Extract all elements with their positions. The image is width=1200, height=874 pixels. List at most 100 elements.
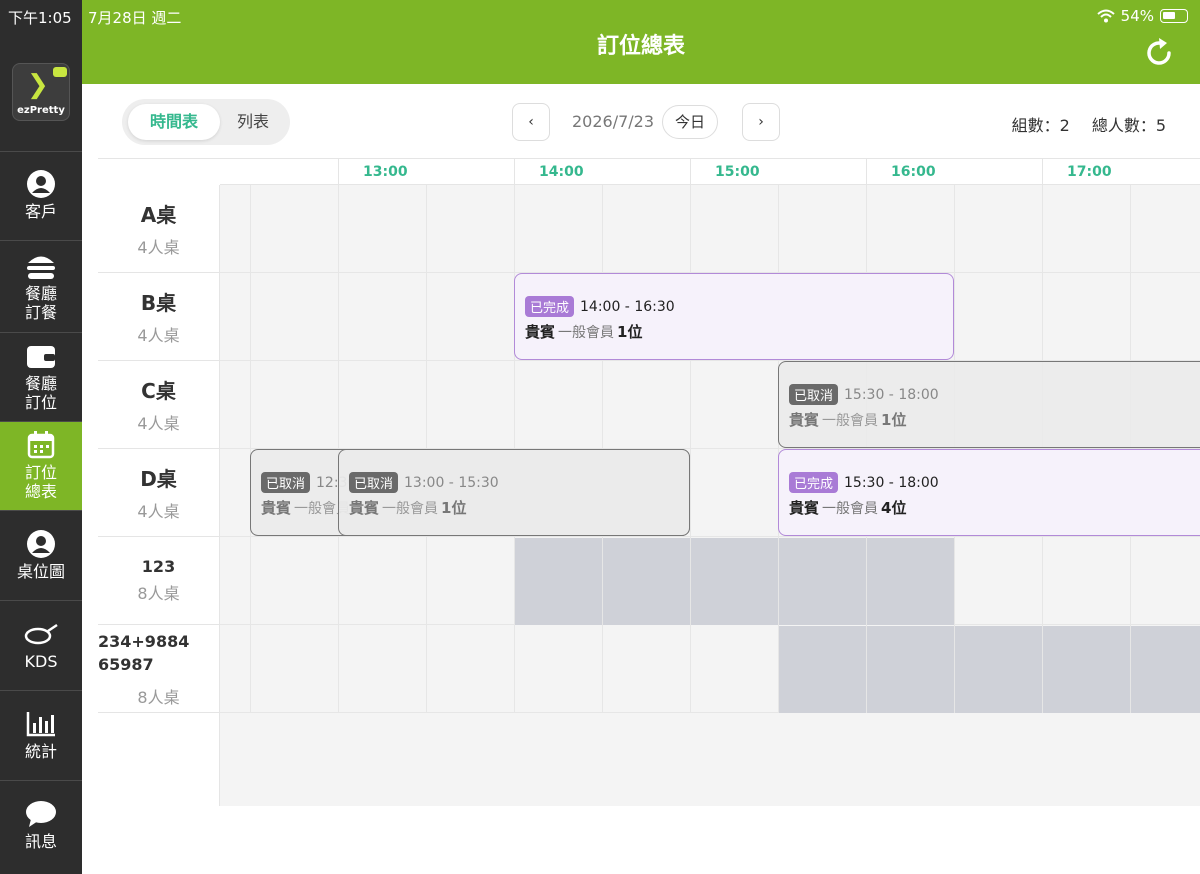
booking-card[interactable]: 已完成 14:00 - 16:30 貴賓 一般會員 1位 — [514, 273, 954, 360]
tab-list[interactable]: 列表 — [222, 104, 284, 140]
chart-icon — [26, 710, 56, 738]
hour-label: 17:00 — [1042, 159, 1112, 185]
booking-card[interactable]: 已取消 13:00 - 15:30 貴賓 一般會員 1位 — [338, 449, 690, 536]
guest-name: 貴賓 — [525, 323, 556, 341]
sidebar-item-label: KDS — [24, 652, 58, 671]
status-bar: 下午1:05 7月28日 週二 54% — [0, 0, 1200, 30]
next-day-button[interactable]: › — [742, 103, 780, 141]
status-time: 下午1:05 — [8, 9, 72, 27]
booking-time: 15:30 - 18:00 — [844, 386, 939, 403]
user-icon — [26, 530, 56, 558]
table-row-header[interactable]: C桌 4人桌 — [98, 361, 219, 449]
table-name: C桌 — [141, 379, 176, 403]
wifi-icon — [1096, 9, 1115, 23]
burger-icon — [25, 252, 57, 280]
table-row-header[interactable]: D桌 4人桌 — [98, 449, 219, 537]
tab-timeline[interactable]: 時間表 — [128, 104, 220, 140]
status-date: 7月28日 週二 — [88, 9, 182, 27]
grid-line — [778, 185, 779, 713]
hour-label: 16:00 — [866, 159, 936, 185]
sidebar-item-label: 訊息 — [24, 832, 57, 851]
page-title: 訂位總表 — [596, 34, 685, 59]
hour-label: 13:00 — [338, 159, 408, 185]
sidebar-item-messages[interactable]: 訊息 — [0, 780, 82, 870]
group-count: 組數：2 — [1011, 116, 1070, 135]
hour-header: 0 13:00 14:00 15:00 16:00 17:00 — [220, 159, 1200, 185]
member-type: 一般會員 — [822, 413, 879, 429]
member-type: 一般會員 — [822, 501, 879, 517]
prev-day-button[interactable]: ‹ — [512, 103, 550, 141]
table-row-header[interactable]: B桌 4人桌 — [98, 273, 219, 361]
status-badge: 已完成 — [789, 472, 839, 493]
table-capacity: 8人桌 — [137, 584, 180, 603]
table-capacity: 4人桌 — [137, 326, 180, 345]
battery-percent: 54% — [1120, 7, 1154, 25]
grid-line — [690, 185, 691, 713]
sidebar-item-table-map[interactable]: 桌位圖 — [0, 510, 82, 600]
sidebar-item-restaurant-booking[interactable]: 餐廳 訂位 — [0, 332, 82, 421]
sidebar-item-customers[interactable]: 客戶 — [0, 151, 82, 239]
booking-card[interactable]: 已完成 15:30 - 18:00 貴賓 一般會員 4位 — [778, 449, 1200, 536]
status-right: 54% — [1096, 7, 1188, 25]
view-switcher: 時間表 列表 — [122, 99, 290, 145]
table-row-header[interactable]: A桌 4人桌 — [98, 185, 219, 273]
party-size: 1位 — [441, 499, 467, 517]
chat-icon — [25, 800, 57, 828]
hour-label-cut: 0 — [210, 159, 230, 185]
table-row-header[interactable]: 123 8人桌 — [98, 537, 219, 625]
member-type: 一般會員 — [558, 325, 615, 341]
sidebar-item-restaurant-order[interactable]: 餐廳 訂餐 — [0, 240, 82, 332]
table-name: A桌 — [140, 203, 177, 227]
sidebar-item-label: 訂位 總表 — [24, 463, 57, 501]
table-capacity: 8人桌 — [137, 687, 180, 707]
sidebar-item-label: 桌位圖 — [16, 562, 65, 581]
table-row-header[interactable]: 234+988465987 8人桌 — [98, 625, 219, 713]
table-capacity: 4人桌 — [137, 502, 180, 521]
table-lane[interactable] — [220, 185, 1200, 273]
unavailable-block — [778, 626, 1200, 713]
member-type: 一般會員 — [382, 501, 439, 517]
sidebar-item-label: 餐廳 訂餐 — [24, 283, 57, 322]
guest-name: 貴賓 — [789, 411, 820, 429]
table-capacity: 4人桌 — [137, 238, 180, 257]
sidebar-item-statistics[interactable]: 統計 — [0, 690, 82, 780]
booking-time: 13:00 - 15:30 — [404, 474, 499, 491]
logo-badge — [53, 67, 67, 77]
party-size: 1位 — [881, 411, 907, 429]
status-badge: 已取消 — [349, 472, 399, 493]
status-badge: 已完成 — [525, 296, 575, 317]
table-name: 123 — [141, 557, 176, 576]
hour-label: 15:00 — [690, 159, 760, 185]
sidebar: ❯ ezPretty 客戶 餐廳 訂餐 餐廳 訂位 訂位 總表 桌位圖 KDS … — [0, 0, 82, 874]
battery-icon — [1160, 9, 1188, 23]
guest-name: 貴賓 — [789, 499, 820, 517]
table-capacity: 4人桌 — [137, 414, 180, 433]
status-badge: 已取消 — [261, 472, 311, 493]
people-count: 總人數：5 — [1091, 116, 1166, 135]
party-size: 4位 — [881, 499, 907, 517]
guest-name: 貴賓 — [261, 499, 292, 517]
refresh-icon — [1147, 38, 1171, 65]
booking-card[interactable]: 已取消 15:30 - 18:00 貴賓 一般會員 1位 — [778, 361, 1200, 448]
refresh-button[interactable] — [1142, 36, 1176, 70]
booking-time: 14:00 - 16:30 — [580, 298, 675, 315]
timeline-grid[interactable]: 0 13:00 14:00 15:00 16:00 17:00 A桌 4人桌 B… — [98, 158, 1200, 806]
table-name: 234+988465987 — [98, 631, 190, 674]
empty-area — [220, 713, 1200, 806]
status-badge: 已取消 — [789, 384, 839, 405]
current-date: 2026/7/23 — [571, 112, 655, 131]
booking-time: 15:30 - 18:00 — [844, 474, 939, 491]
unavailable-block — [514, 538, 954, 625]
grid-line — [250, 185, 251, 713]
table-name: D桌 — [140, 467, 177, 491]
sidebar-item-booking-overview[interactable]: 訂位 總表 — [0, 421, 82, 510]
sidebar-item-kds[interactable]: KDS — [0, 600, 82, 690]
party-size: 1位 — [617, 323, 643, 341]
today-button[interactable]: 今日 — [662, 105, 718, 139]
wallet-icon — [26, 342, 56, 370]
logo-text: ezPretty — [17, 105, 65, 116]
sidebar-item-label: 客戶 — [24, 202, 57, 221]
guest-name: 貴賓 — [349, 499, 380, 517]
sidebar-item-label: 餐廳 訂位 — [24, 374, 57, 412]
hour-label: 14:00 — [514, 159, 584, 185]
